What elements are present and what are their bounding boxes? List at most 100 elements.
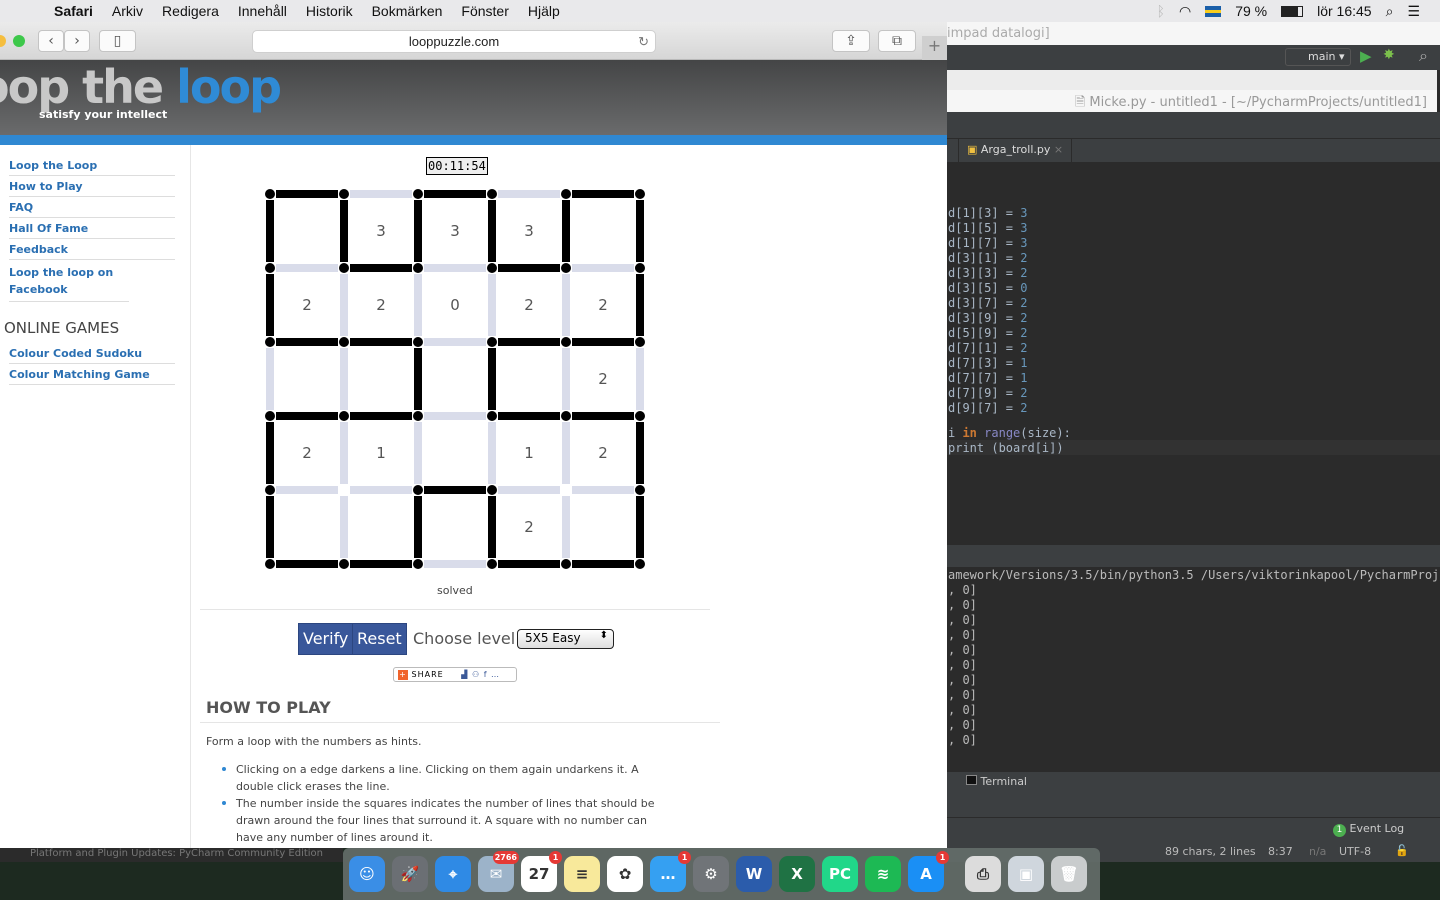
menu-arkiv[interactable]: Arkiv — [112, 3, 143, 19]
vertical-edge[interactable] — [414, 422, 422, 484]
nav-loop-the-loop[interactable]: Loop the Loop — [9, 155, 175, 176]
vertical-edge[interactable] — [414, 496, 422, 558]
vertical-edge[interactable] — [340, 422, 348, 484]
vertical-edge[interactable] — [266, 422, 274, 484]
vertical-edge[interactable] — [636, 200, 644, 262]
minimize-button[interactable] — [0, 35, 6, 47]
horizontal-edge[interactable] — [424, 338, 486, 346]
level-select[interactable]: 5X5 Easy ⬍ — [517, 629, 614, 649]
cell-clue[interactable]: 2 — [570, 296, 636, 314]
horizontal-edge[interactable] — [498, 560, 560, 568]
launchpad-dock-icon[interactable]: 🚀 — [392, 856, 428, 892]
cell-clue[interactable]: 3 — [422, 222, 488, 240]
cell-clue[interactable]: 2 — [348, 296, 414, 314]
input-source-flag-icon[interactable] — [1205, 5, 1222, 17]
vertical-edge[interactable] — [340, 348, 348, 410]
new-tab-button[interactable]: + — [922, 36, 947, 60]
nav-how-to-play[interactable]: How to Play — [9, 176, 175, 197]
horizontal-edge[interactable] — [350, 264, 412, 272]
spotify-dock-icon[interactable]: ≋ — [865, 856, 901, 892]
horizontal-edge[interactable] — [424, 190, 486, 198]
terminal-button[interactable]: Terminal — [966, 775, 1027, 788]
preview-dock-icon[interactable]: ▣ — [1008, 856, 1044, 892]
horizontal-edge[interactable] — [498, 190, 560, 198]
messages-dock-icon[interactable]: … 1 — [650, 851, 691, 892]
vertical-edge[interactable] — [340, 200, 348, 262]
app-store-dock-icon[interactable]: A1 — [908, 851, 949, 892]
menu-hjalp[interactable]: Hjälp — [528, 3, 560, 19]
vertical-edge[interactable] — [414, 348, 422, 410]
vertical-edge[interactable] — [562, 200, 570, 262]
finder-dock-icon[interactable]: ☺ — [349, 856, 385, 892]
bluetooth-icon[interactable]: ᛒ — [1157, 3, 1165, 19]
horizontal-edge[interactable] — [424, 264, 486, 272]
debug-icon[interactable]: ✸ — [1383, 47, 1395, 63]
cell-clue[interactable]: 2 — [274, 444, 340, 462]
verify-button[interactable]: Verify — [298, 623, 354, 655]
horizontal-edge[interactable] — [572, 560, 634, 568]
horizontal-edge[interactable] — [276, 560, 338, 568]
tabs-overview-icon[interactable]: ⧉ — [878, 30, 916, 52]
clock[interactable]: lör 16:45 — [1317, 3, 1371, 19]
share-icon[interactable]: ⇪ — [832, 30, 870, 52]
vertical-edge[interactable] — [562, 274, 570, 336]
horizontal-edge[interactable] — [498, 338, 560, 346]
vertical-edge[interactable] — [562, 422, 570, 484]
notification-bar[interactable]: Platform and Plugin Updates: PyCharm Com… — [0, 848, 343, 862]
menu-bokmarken[interactable]: Bokmärken — [372, 3, 443, 19]
tab-arga-troll[interactable]: ▣ Arga_troll.py × — [958, 139, 1073, 163]
cell-clue[interactable]: 2 — [274, 296, 340, 314]
vertical-edge[interactable] — [414, 200, 422, 262]
vertical-edge[interactable] — [636, 422, 644, 484]
notes-dock-icon[interactable]: ≡ — [564, 856, 600, 892]
mail-dock-icon[interactable]: ✉ 2766 — [478, 851, 519, 892]
wifi-icon[interactable]: ◠ — [1179, 3, 1191, 20]
calendar-dock-icon[interactable]: 27 1 — [521, 851, 562, 892]
nav-colour-coded-sudoku[interactable]: Colour Coded Sudoku — [9, 343, 175, 364]
close-tab-icon[interactable]: × — [1054, 143, 1063, 156]
cell-clue[interactable]: 2 — [570, 444, 636, 462]
vertical-edge[interactable] — [636, 496, 644, 558]
reload-icon[interactable]: ↻ — [638, 31, 649, 53]
run-config-select[interactable]: main ▾ — [1285, 48, 1351, 66]
horizontal-edge[interactable] — [498, 264, 560, 272]
address-bar[interactable]: looppuzzle.com ↻ — [252, 30, 656, 53]
vertical-edge[interactable] — [266, 348, 274, 410]
code-editor[interactable]: d[1][3] = 3 d[1][5] = 3 d[1][7] = 3 d[3][1]… — [947, 184, 1440, 554]
vertical-edge[interactable] — [340, 274, 348, 336]
zoom-button[interactable] — [13, 35, 25, 47]
vertical-edge[interactable] — [562, 348, 570, 410]
vertical-edge[interactable] — [340, 496, 348, 558]
forward-button[interactable]: › — [64, 30, 90, 52]
horizontal-edge[interactable] — [572, 412, 634, 420]
cursor-position[interactable]: 8:37 — [1268, 845, 1293, 858]
vertical-edge[interactable] — [488, 348, 496, 410]
lock-icon[interactable]: 🔓 — [1395, 844, 1409, 857]
vertical-edge[interactable] — [636, 274, 644, 336]
menu-redigera[interactable]: Redigera — [162, 3, 219, 19]
menu-historik[interactable]: Historik — [306, 3, 353, 19]
back-button[interactable]: ‹ — [38, 30, 64, 52]
encoding-select[interactable]: UTF-8 — [1339, 845, 1371, 858]
horizontal-edge[interactable] — [276, 412, 338, 420]
vertical-edge[interactable] — [488, 200, 496, 262]
horizontal-edge[interactable] — [276, 338, 338, 346]
share-button[interactable]: + SHARE ▟ ⚇ f … — [393, 667, 517, 682]
safari-dock-icon[interactable]: ⌖ — [435, 856, 471, 892]
vertical-edge[interactable] — [266, 200, 274, 262]
cell-clue[interactable]: 3 — [348, 222, 414, 240]
nav-facebook[interactable]: Loop the loop on Facebook — [9, 260, 129, 302]
sidebar-toggle-icon[interactable]: ▯ — [99, 30, 136, 52]
vertical-edge[interactable] — [488, 422, 496, 484]
reset-button[interactable]: Reset — [352, 623, 407, 655]
vertical-edge[interactable] — [266, 274, 274, 336]
pycharm-dock-icon[interactable]: PC — [822, 856, 858, 892]
word-dock-icon[interactable]: W — [736, 856, 772, 892]
menu-app[interactable]: Safari — [54, 3, 93, 19]
horizontal-edge[interactable] — [424, 560, 486, 568]
horizontal-edge[interactable] — [498, 412, 560, 420]
photos-dock-icon[interactable]: ✿ — [607, 856, 643, 892]
horizontal-edge[interactable] — [498, 486, 560, 494]
spotlight-search-icon[interactable]: ⌕ — [1386, 3, 1394, 20]
cell-clue[interactable]: 2 — [496, 518, 562, 536]
